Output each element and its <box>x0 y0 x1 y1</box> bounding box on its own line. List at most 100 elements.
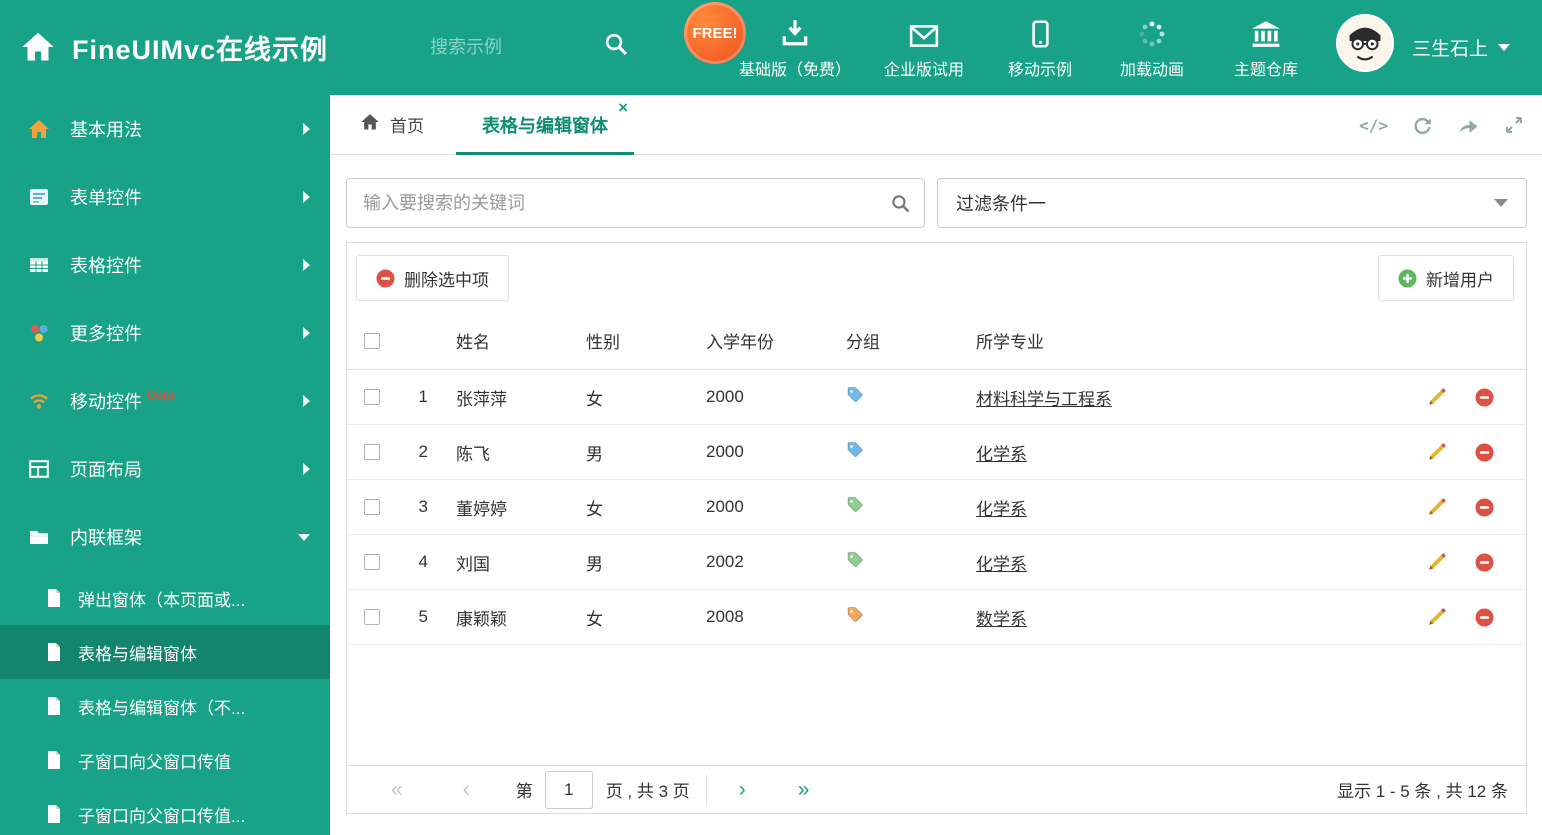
nav-item-mobile-demo[interactable]: 移动示例 <box>988 12 1092 80</box>
column-gender: 性别 <box>586 333 620 352</box>
row-checkbox[interactable] <box>363 499 380 515</box>
row-checkbox[interactable] <box>363 554 380 570</box>
edit-icon[interactable] <box>1427 552 1447 572</box>
sidebar-subitem-child-to-parent-2[interactable]: 子窗口向父窗口传值... <box>0 787 330 835</box>
cell-name: 张萍萍 <box>456 389 507 409</box>
sidebar-item-form-controls[interactable]: 表单控件 <box>0 163 330 231</box>
delete-icon[interactable] <box>1475 443 1494 462</box>
sidebar-item-label: 移动控件 <box>70 392 142 412</box>
sidebar-subitem-popup-window[interactable]: 弹出窗体（本页面或... <box>0 571 330 625</box>
edit-icon[interactable] <box>1427 442 1447 462</box>
major-link[interactable]: 化学系 <box>976 500 1027 519</box>
keyword-search-input[interactable] <box>346 178 925 228</box>
column-major: 所学专业 <box>976 333 1044 352</box>
share-icon[interactable] <box>1457 116 1480 135</box>
delete-icon[interactable] <box>1475 388 1494 407</box>
cell-name: 陈飞 <box>456 444 490 464</box>
row-checkbox[interactable] <box>363 444 380 460</box>
chevron-right-icon <box>303 259 310 271</box>
first-page-button[interactable]: « <box>391 779 403 800</box>
header-search-icon[interactable] <box>603 31 629 62</box>
sidebar-item-label: 表格控件 <box>70 256 142 276</box>
sidebar-item-inline-frame[interactable]: 内联框架 <box>0 503 330 571</box>
sidebar-subitem-label: 子窗口向父窗口传值... <box>78 806 246 826</box>
next-page-button[interactable]: › <box>739 779 746 800</box>
pagination-bar: « ‹ 第 页 , 共 3 页 › » 显示 1 - 5 条 , 共 12 条 <box>347 765 1526 813</box>
top-header: FineUIMvc在线示例 FREE! 基础版（免费） 企业版试用 <box>0 0 1542 95</box>
add-user-button[interactable]: 新增用户 <box>1378 255 1514 301</box>
nav-item-label: 主题仓库 <box>1233 62 1298 79</box>
sidebar-subitem-child-to-parent[interactable]: 子窗口向父窗口传值 <box>0 733 330 787</box>
mobile-icon <box>1031 18 1049 48</box>
sidebar: 基本用法 表单控件 表格控件 更多控件 移动控件 Corp 页面布局 内联框架 … <box>0 95 330 835</box>
filter-dropdown[interactable]: 过滤条件一 <box>937 178 1527 228</box>
tab-grid-edit-window[interactable]: 表格与编辑窗体 × <box>456 95 634 155</box>
sidebar-item-mobile-controls[interactable]: 移动控件 Corp <box>0 367 330 435</box>
edit-icon[interactable] <box>1427 607 1447 627</box>
major-link[interactable]: 数学系 <box>976 610 1027 629</box>
select-all-checkbox[interactable] <box>363 332 380 349</box>
sidebar-item-more-controls[interactable]: 更多控件 <box>0 299 330 367</box>
grid-panel: 删除选中项 新增用户 姓名 性别 入学年份 分组 所学专业 1 张萍萍 女 20… <box>346 242 1527 814</box>
delete-selected-label: 删除选中项 <box>404 270 489 290</box>
sidebar-item-grid-controls[interactable]: 表格控件 <box>0 231 330 299</box>
user-menu[interactable]: 三生石上 <box>1412 34 1511 61</box>
delete-icon[interactable] <box>1475 553 1494 572</box>
row-checkbox[interactable] <box>363 609 380 625</box>
delete-icon[interactable] <box>1475 608 1494 627</box>
sidebar-subitem-grid-edit-window-2[interactable]: 表格与编辑窗体（不... <box>0 679 330 733</box>
cell-name: 刘国 <box>456 554 490 574</box>
tab-home[interactable]: 首页 <box>346 95 438 154</box>
prev-page-button[interactable]: ‹ <box>463 779 470 800</box>
file-icon <box>46 642 64 662</box>
file-icon <box>46 804 64 824</box>
sidebar-item-page-layout[interactable]: 页面布局 <box>0 435 330 503</box>
tab-actions: </> <box>1359 95 1524 155</box>
row-checkbox[interactable] <box>363 389 380 405</box>
cell-year: 2002 <box>706 552 744 571</box>
row-number: 2 <box>418 442 428 461</box>
delete-selected-button[interactable]: 删除选中项 <box>356 255 509 301</box>
table-row: 2 陈飞 男 2000 化学系 <box>347 425 1526 480</box>
add-user-label: 新增用户 <box>1426 270 1494 290</box>
delete-icon[interactable] <box>1475 498 1494 517</box>
header-search-input[interactable] <box>430 30 595 64</box>
chevron-right-icon <box>303 123 310 135</box>
major-link[interactable]: 化学系 <box>976 555 1027 574</box>
major-link[interactable]: 化学系 <box>976 445 1027 464</box>
cell-gender: 男 <box>586 444 603 464</box>
app-window: FineUIMvc在线示例 FREE! 基础版（免费） 企业版试用 <box>0 0 1542 835</box>
last-page-button[interactable]: » <box>798 779 810 800</box>
source-code-icon[interactable]: </> <box>1359 116 1388 135</box>
filter-dropdown-value: 过滤条件一 <box>956 194 1046 214</box>
tab-label: 首页 <box>390 117 424 136</box>
search-icon[interactable] <box>890 193 911 219</box>
cell-year: 2008 <box>706 607 744 626</box>
divider <box>705 774 707 805</box>
nav-item-loading-animations[interactable]: 加载动画 <box>1100 12 1204 80</box>
edit-icon[interactable] <box>1427 497 1447 517</box>
nav-item-label: 基础版（免费） <box>738 62 851 79</box>
home-icon[interactable] <box>20 29 56 70</box>
sidebar-item-label: 更多控件 <box>70 324 142 344</box>
table-row: 3 董婷婷 女 2000 化学系 <box>347 480 1526 535</box>
sidebar-subitem-grid-edit-window[interactable]: 表格与编辑窗体 <box>0 625 330 679</box>
sidebar-subitem-label: 表格与编辑窗体（不... <box>78 698 246 718</box>
edit-icon[interactable] <box>1427 387 1447 407</box>
shapes-icon <box>28 322 52 344</box>
sidebar-item-basic-usage[interactable]: 基本用法 <box>0 95 330 163</box>
refresh-icon[interactable] <box>1412 115 1433 136</box>
table-row: 5 康颖颖 女 2008 数学系 <box>347 590 1526 645</box>
sidebar-item-label: 内联框架 <box>70 528 142 548</box>
close-icon[interactable]: × <box>618 99 628 116</box>
nav-item-basic-edition[interactable]: 基础版（免费） <box>730 12 860 80</box>
nav-item-enterprise-trial[interactable]: 企业版试用 <box>868 12 980 80</box>
page-number-input[interactable] <box>544 770 593 809</box>
major-link[interactable]: 材料科学与工程系 <box>976 390 1112 409</box>
layout-icon <box>28 458 52 480</box>
expand-icon[interactable] <box>1504 115 1524 135</box>
file-icon <box>46 588 64 608</box>
nav-item-theme-repository[interactable]: 主题仓库 <box>1212 12 1320 80</box>
avatar[interactable] <box>1336 14 1394 72</box>
free-badge[interactable]: FREE! <box>684 2 746 64</box>
